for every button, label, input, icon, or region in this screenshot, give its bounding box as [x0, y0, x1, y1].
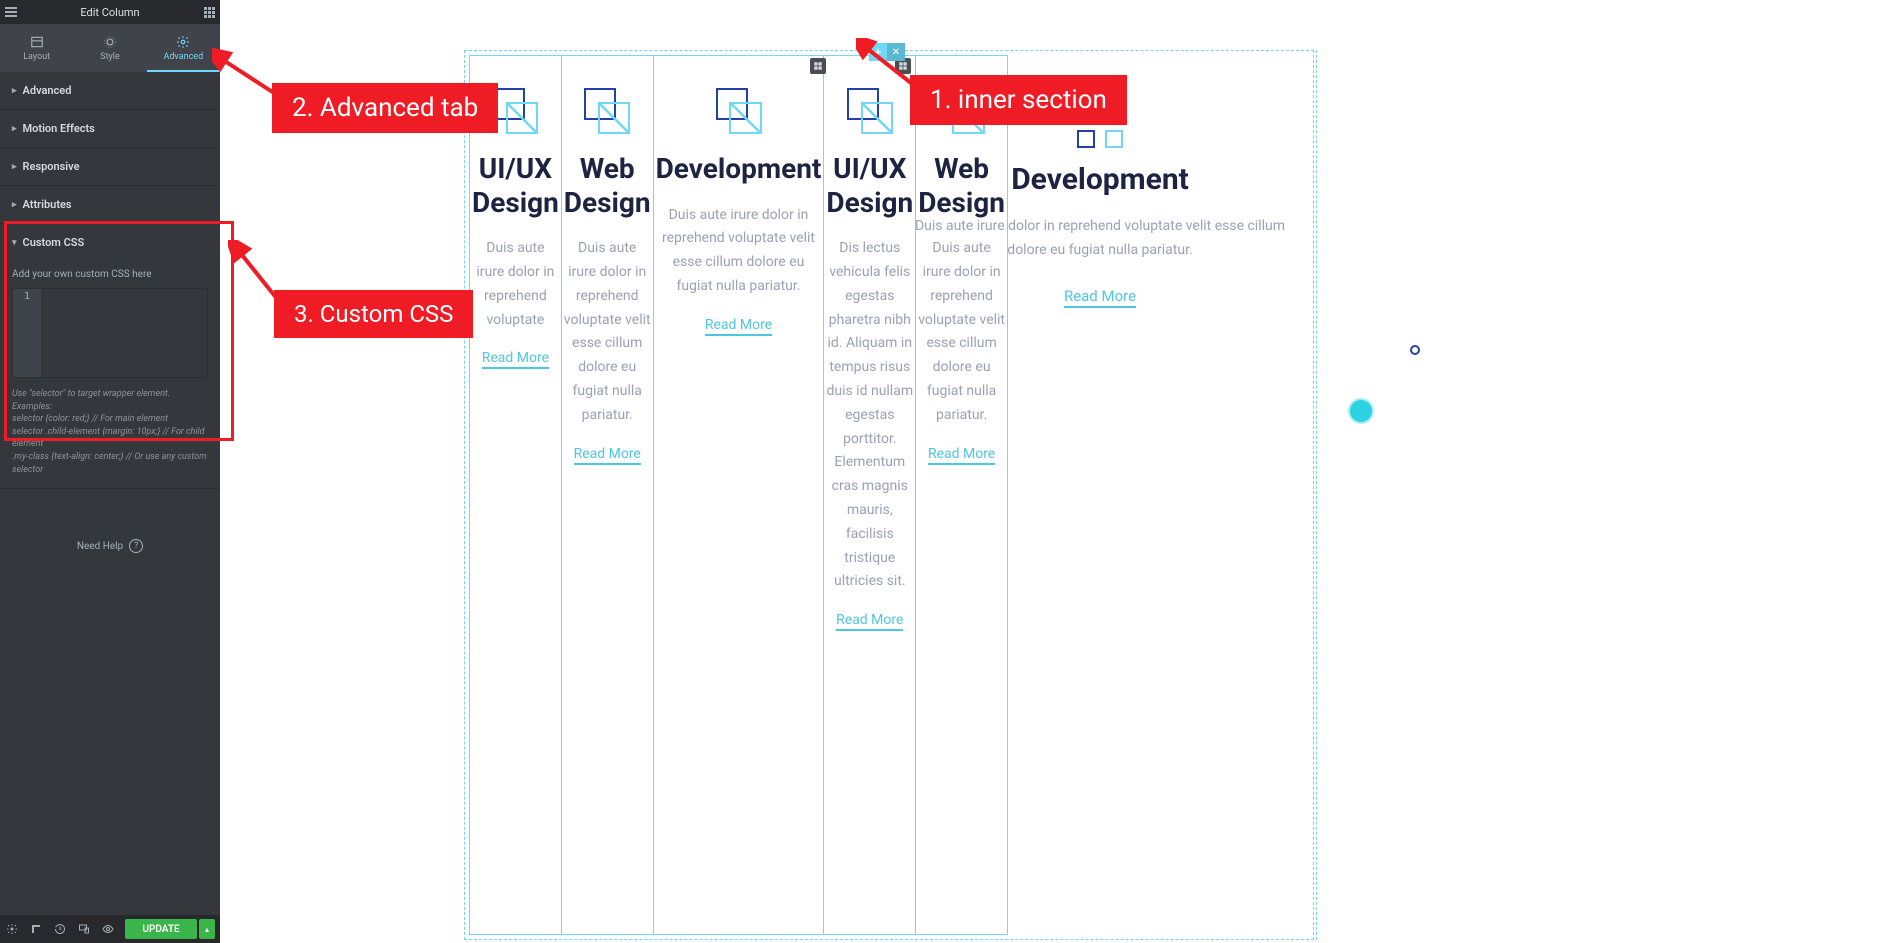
read-more-link[interactable]: Read More	[928, 446, 995, 465]
accordion-motion-effects[interactable]: ▸ Motion Effects	[0, 110, 220, 148]
update-button[interactable]: UPDATE	[125, 919, 197, 939]
card-text: Duis aute irure dolor in reprehend volup…	[656, 204, 822, 299]
annotation-callout-2: 2. Advanced tab	[272, 83, 498, 133]
editor-canvas[interactable]: UI/UX Design Duis aute irure dolor in re…	[220, 0, 1898, 943]
card-title: Web Design	[564, 152, 651, 219]
navigator-button[interactable]	[24, 915, 48, 943]
gear-icon	[176, 35, 190, 49]
tab-style-label: Style	[100, 52, 120, 62]
design-icon	[847, 88, 893, 134]
development-icon	[1077, 130, 1123, 148]
need-help-link[interactable]: Need Help ?	[0, 539, 220, 553]
settings-button[interactable]	[0, 915, 24, 943]
editor-sidebar: Edit Column Layout Style Advanced ▸ Advan…	[0, 0, 220, 943]
annotation-outline-3	[4, 221, 234, 441]
responsive-button[interactable]	[72, 915, 96, 943]
card-text: Duis aute irure dolor in reprehend volup…	[472, 237, 559, 332]
read-more-link[interactable]: Read More	[836, 612, 903, 631]
annotation-callout-1: 1. inner section	[910, 75, 1127, 125]
annotation-arrow-2	[212, 48, 282, 98]
update-options-button[interactable]: ▴	[199, 919, 215, 939]
sidebar-footer: UPDATE ▴	[0, 915, 220, 943]
panel-tabs: Layout Style Advanced	[0, 24, 220, 72]
tab-advanced-label: Advanced	[163, 52, 203, 62]
service-card-large: Development Duis aute irure dolor in rep…	[900, 130, 1300, 308]
add-widget-button[interactable]	[810, 58, 826, 74]
service-card: Web Design Duis aute irure dolor in repr…	[562, 56, 653, 465]
accordion-motion-label: Motion Effects	[23, 122, 95, 135]
service-card: Development Duis aute irure dolor in rep…	[654, 56, 824, 336]
preview-button[interactable]	[96, 915, 120, 943]
layout-icon	[30, 35, 44, 49]
card-title: Development	[900, 162, 1300, 197]
help-icon: ?	[129, 539, 143, 553]
annotation-arrow-1	[856, 38, 916, 88]
decorative-ring-icon	[1410, 345, 1420, 355]
accordion-attributes-label: Attributes	[23, 198, 72, 211]
column[interactable]: Development Duis aute irure dolor in rep…	[653, 55, 825, 935]
tab-layout-label: Layout	[23, 52, 50, 62]
annotation-1-text: 1. inner section	[930, 85, 1107, 115]
need-help-label: Need Help	[77, 541, 123, 552]
hamburger-menu-button[interactable]	[0, 0, 22, 24]
read-more-link[interactable]: Read More	[705, 317, 772, 336]
accordion-attributes[interactable]: ▸ Attributes	[0, 186, 220, 224]
caret-right-icon: ▸	[12, 200, 17, 210]
design-icon	[584, 88, 630, 134]
card-title: UI/UX Design	[472, 152, 559, 219]
annotation-callout-3: 3. Custom CSS	[274, 290, 473, 338]
read-more-link[interactable]: Read More	[482, 350, 549, 369]
annotation-3-text: 3. Custom CSS	[294, 300, 453, 328]
design-icon	[492, 88, 538, 134]
decorative-dot-icon	[1350, 400, 1372, 422]
card-title: Development	[656, 152, 822, 186]
read-more-link[interactable]: Read More	[574, 446, 641, 465]
accordion-advanced-label: Advanced	[23, 84, 72, 97]
accordion-responsive[interactable]: ▸ Responsive	[0, 148, 220, 186]
widgets-grid-button[interactable]	[198, 0, 220, 24]
annotation-arrow-3	[228, 240, 288, 310]
style-icon	[103, 35, 117, 49]
panel-title: Edit Column	[22, 6, 198, 19]
card-text: Duis aute irure dolor in reprehend volup…	[900, 215, 1300, 263]
grid-icon	[204, 7, 215, 18]
column[interactable]: Web Design Duis aute irure dolor in repr…	[561, 55, 654, 935]
caret-right-icon: ▸	[12, 124, 17, 134]
card-text: Duis aute irure dolor in reprehend volup…	[564, 237, 651, 427]
sidebar-header: Edit Column	[0, 0, 220, 24]
column[interactable]: UI/UX Design Duis aute irure dolor in re…	[469, 55, 562, 935]
accordion-advanced[interactable]: ▸ Advanced	[0, 72, 220, 110]
section-outline-right	[1316, 50, 1317, 940]
accordion-responsive-label: Responsive	[23, 160, 80, 173]
tab-layout[interactable]: Layout	[0, 24, 73, 72]
read-more-link[interactable]: Read More	[1064, 287, 1136, 308]
caret-right-icon: ▸	[12, 162, 17, 172]
tab-advanced[interactable]: Advanced	[147, 24, 220, 72]
caret-right-icon: ▸	[12, 86, 17, 96]
history-button[interactable]	[48, 915, 72, 943]
inner-row-selected[interactable]: UI/UX Design Duis aute irure dolor in re…	[469, 55, 894, 935]
design-icon	[716, 88, 762, 134]
tab-style[interactable]: Style	[73, 24, 146, 72]
annotation-2-text: 2. Advanced tab	[292, 93, 478, 123]
